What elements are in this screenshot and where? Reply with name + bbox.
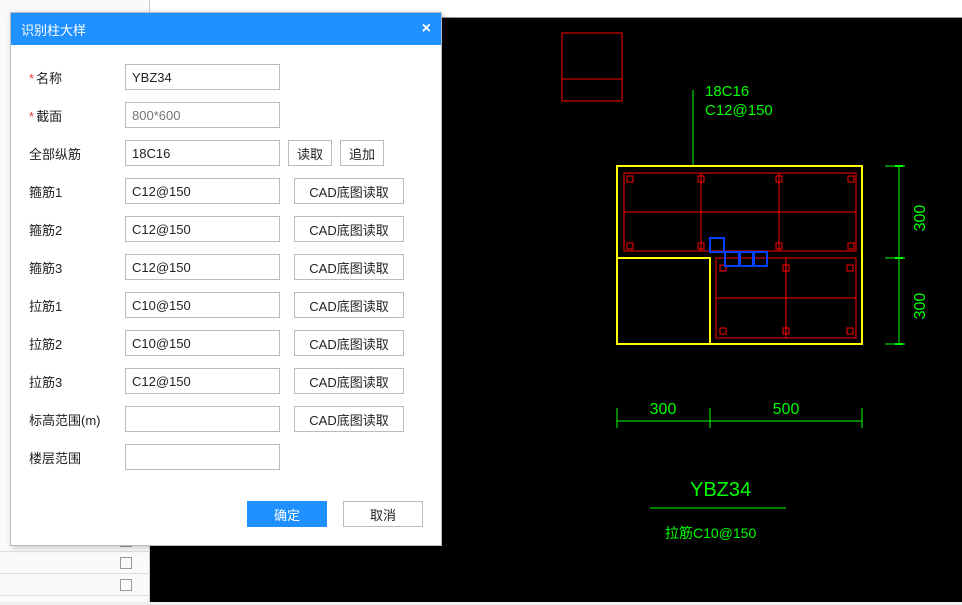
tie1-input[interactable] [125,292,280,318]
tie2-input[interactable] [125,330,280,356]
cad-read-elev-button[interactable]: CAD底图读取 [294,406,404,432]
cad-read-stirrup2-button[interactable]: CAD底图读取 [294,216,404,242]
stirrup3-label: 箍筋3 [29,258,125,277]
cad-bottom-text: 拉筋C10@150 [665,525,756,541]
cad-read-tie1-button[interactable]: CAD底图读取 [294,292,404,318]
tie2-label: 拉筋2 [29,334,125,353]
tie3-input[interactable] [125,368,280,394]
cad-text-18c16: 18C16 [705,83,749,100]
list-item[interactable] [0,574,150,596]
floor-label: 楼层范围 [29,448,125,467]
dialog-body: *名称 *截面 全部纵筋 读取 追加 箍筋1 CAD底图读取 箍筋2 CAD底图… [11,45,441,491]
allbars-input[interactable] [125,140,280,166]
stirrup2-input[interactable] [125,216,280,242]
name-label: *名称 [29,68,125,87]
section-label: *截面 [29,106,125,125]
section-input[interactable] [125,102,280,128]
dialog-title-text: 识别柱大样 [21,20,86,39]
name-input[interactable] [125,64,280,90]
checkbox-icon[interactable] [120,579,132,591]
stirrup2-label: 箍筋2 [29,220,125,239]
cancel-button[interactable]: 取消 [343,501,423,527]
ok-button[interactable]: 确定 [247,501,327,527]
cad-text-c12-150: C12@150 [705,102,773,119]
elev-input[interactable] [125,406,280,432]
stirrup1-label: 箍筋1 [29,182,125,201]
floor-input[interactable] [125,444,280,470]
cad-read-tie2-button[interactable]: CAD底图读取 [294,330,404,356]
cad-read-stirrup1-button[interactable]: CAD底图读取 [294,178,404,204]
cad-column-name: YBZ34 [690,479,751,501]
allbars-label: 全部纵筋 [29,144,125,163]
tie1-label: 拉筋1 [29,296,125,315]
read-button[interactable]: 读取 [288,140,332,166]
cad-read-tie3-button[interactable]: CAD底图读取 [294,368,404,394]
recognize-column-dialog: 识别柱大样 × *名称 *截面 全部纵筋 读取 追加 箍筋1 CAD底图读取 箍… [10,12,442,546]
checkbox-icon[interactable] [120,557,132,569]
cad-dim-300-right-bottom: 300 [912,293,929,320]
elev-label: 标高范围(m) [29,410,125,429]
list-item[interactable] [0,552,150,574]
cad-dim-300-bottom: 300 [650,401,677,418]
append-button[interactable]: 追加 [340,140,384,166]
dialog-footer: 确定 取消 [11,491,441,545]
dialog-titlebar[interactable]: 识别柱大样 × [11,13,441,45]
cad-dim-300-right-top: 300 [912,205,929,232]
stirrup1-input[interactable] [125,178,280,204]
tie3-label: 拉筋3 [29,372,125,391]
cad-read-stirrup3-button[interactable]: CAD底图读取 [294,254,404,280]
close-icon[interactable]: × [422,20,431,38]
stirrup3-input[interactable] [125,254,280,280]
cad-dim-500: 500 [773,401,800,418]
